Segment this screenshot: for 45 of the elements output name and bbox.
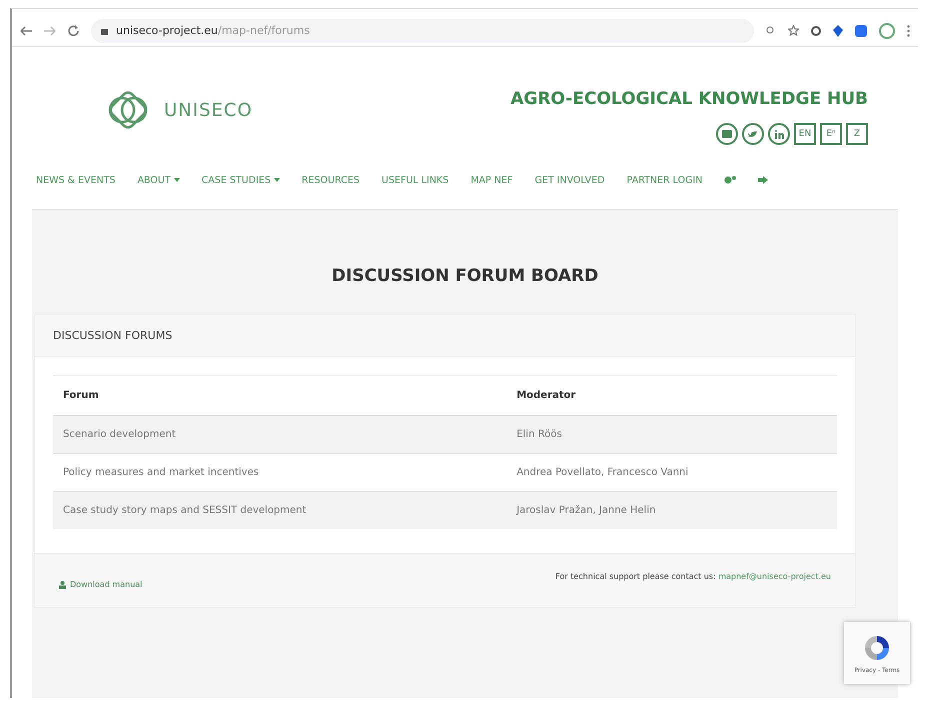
back-icon[interactable] — [20, 26, 32, 36]
language-button[interactable]: EN — [794, 123, 816, 145]
nav-link[interactable]: RESOURCES — [302, 174, 360, 186]
card-title: DISCUSSION FORUMS — [35, 315, 855, 357]
page-title: DISCUSSION FORUM BOARD — [332, 266, 598, 286]
url-host: uniseco-project.eu — [116, 24, 218, 37]
extension-icon[interactable] — [855, 24, 867, 36]
nav-link[interactable]: NEWS & EVENTS — [36, 174, 116, 186]
nav-link[interactable]: ABOUT — [137, 174, 180, 186]
email-link[interactable]: mapnef@uniseco-project.eu — [718, 572, 831, 581]
support-text: For technical support please contact us: — [555, 572, 716, 581]
language-button[interactable]: Eⁿ — [820, 123, 842, 145]
lock-icon — [101, 26, 108, 35]
forum-link[interactable]: Case study story maps and SESSIT development — [53, 492, 507, 529]
nav-link[interactable]: PARTNER LOGIN — [626, 174, 702, 186]
star-icon[interactable] — [788, 25, 799, 36]
nav-link[interactable]: CASE STUDIES — [202, 174, 280, 186]
table-cell: Jaroslav Pražan, Janne Helin — [506, 492, 837, 529]
extension-icon[interactable] — [811, 26, 821, 36]
sign-in-icon[interactable] — [758, 176, 768, 184]
download-link[interactable]: Download manual — [59, 580, 142, 589]
reload-icon[interactable] — [68, 25, 79, 36]
nav-link[interactable]: USEFUL LINKS — [382, 174, 449, 186]
caret-icon — [274, 178, 280, 182]
forum-link[interactable]: Policy measures and market incentives — [53, 454, 507, 492]
nav-link[interactable]: MAP NEF — [470, 174, 513, 186]
site-title: AGRO-ECOLOGICAL KNOWLEDGE HUB — [510, 89, 868, 109]
menu-icon[interactable] — [907, 24, 910, 36]
extension-icon[interactable] — [833, 24, 843, 36]
language-button[interactable]: Z — [846, 123, 868, 145]
logo-text[interactable]: UNISECO — [164, 100, 252, 120]
forum-link[interactable]: Scenario development — [53, 416, 507, 454]
caret-icon — [174, 178, 180, 182]
column-header: Forum — [53, 376, 507, 416]
nav-link[interactable]: GET INVOLVED — [534, 174, 605, 186]
address-bar[interactable]: uniseco-project.eu/map-nef/forums — [91, 18, 754, 42]
profile-icon[interactable] — [879, 22, 895, 38]
url-path: /map-nef/forums — [218, 24, 310, 37]
table-cell: Elin Röös — [506, 416, 837, 454]
user-icon — [59, 580, 66, 588]
linkedin-icon[interactable] — [768, 123, 790, 145]
zoom-icon[interactable] — [766, 26, 776, 36]
bird-icon[interactable] — [742, 123, 764, 145]
email-icon[interactable] — [716, 123, 738, 145]
table-cell: Andrea Povellato, Francesco Vanni — [506, 454, 837, 492]
